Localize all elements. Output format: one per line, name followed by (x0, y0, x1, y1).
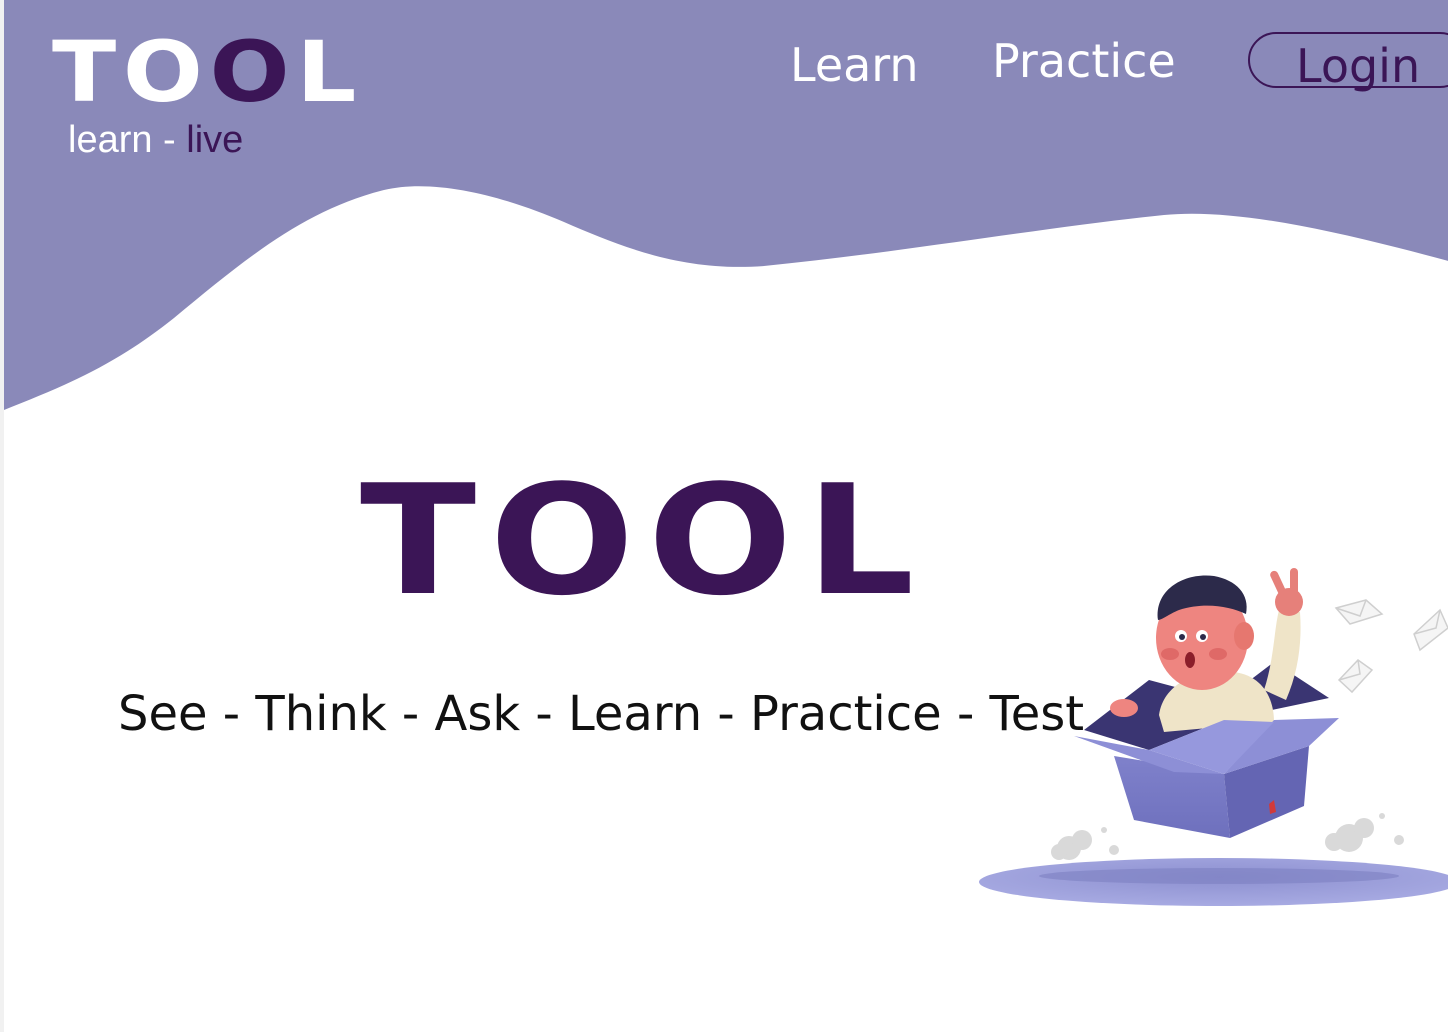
landing-page: TOOL learn - live Learn Practice Login T… (0, 0, 1448, 1032)
hero-title: TOOL (360, 452, 928, 629)
nav-link-practice[interactable]: Practice (992, 34, 1176, 88)
logo-tagline: learn - live (68, 119, 244, 161)
logo-wordmark: TOOL (52, 23, 363, 121)
login-button-label: Login (1296, 39, 1421, 93)
hero-subtitle: See - Think - Ask - Learn - Practice - T… (118, 686, 1085, 742)
login-button[interactable]: Login (1248, 32, 1448, 93)
nav-link-learn[interactable]: Learn (790, 38, 919, 92)
brand-logo[interactable]: TOOL learn - live (52, 30, 356, 161)
